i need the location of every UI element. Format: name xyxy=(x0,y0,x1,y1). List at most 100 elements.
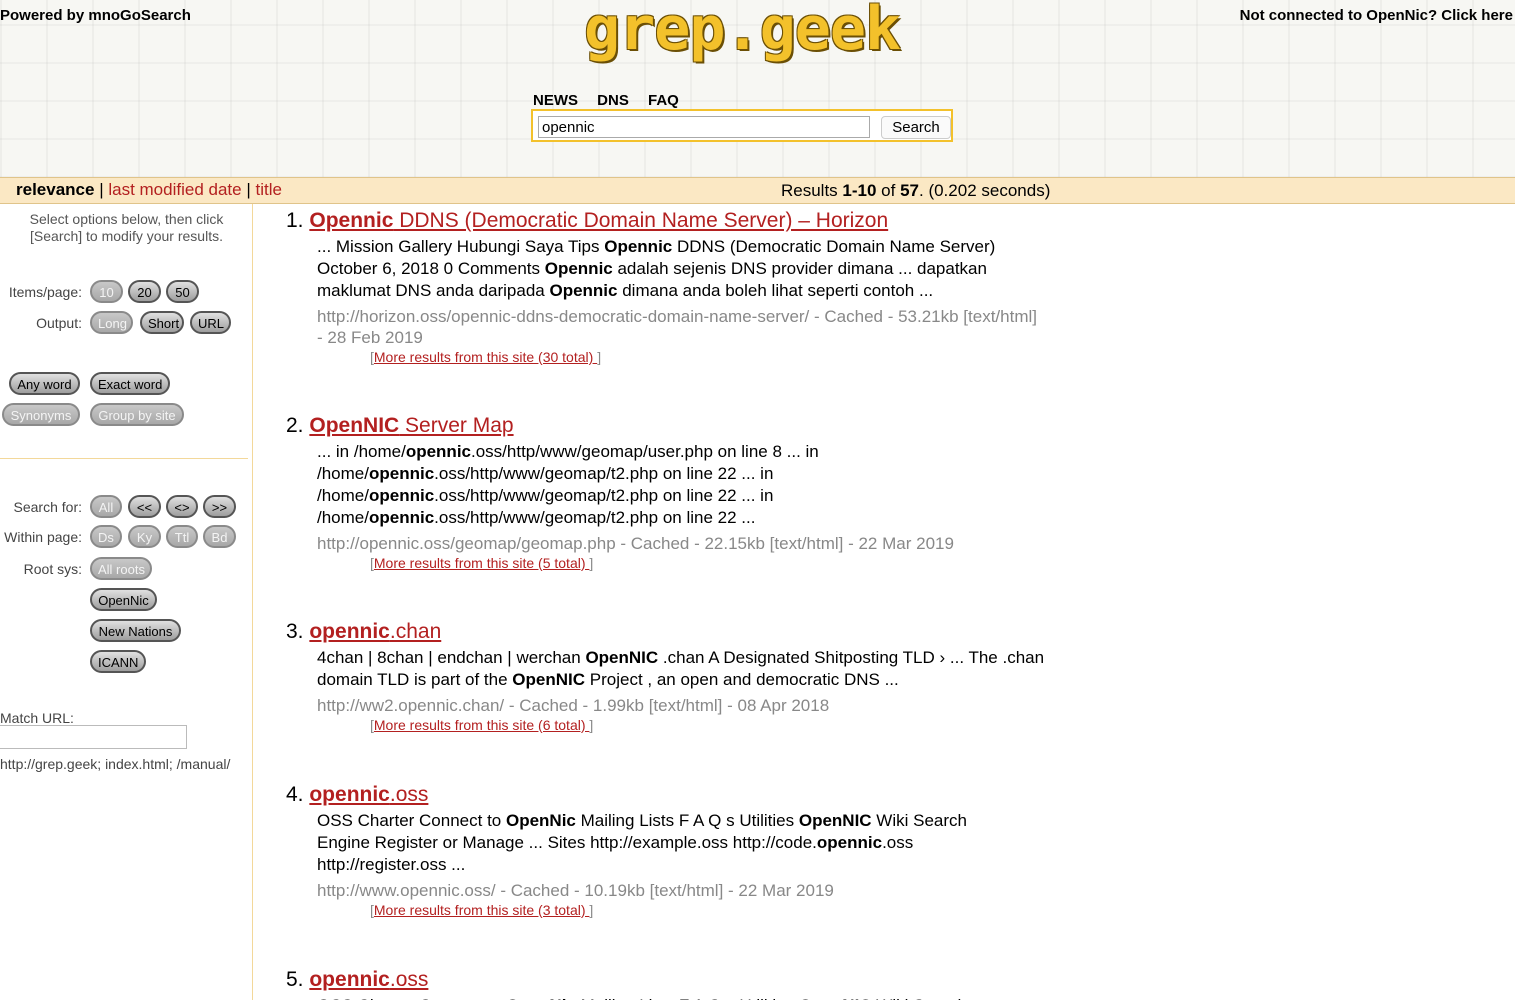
within-bd-button[interactable]: Bd xyxy=(203,525,236,548)
snippet-highlight: opennic xyxy=(405,442,471,461)
result-title-highlight: opennic xyxy=(309,620,390,643)
options-sidebar: Select options below, then click [Search… xyxy=(0,204,253,1000)
sort-options: relevance | last modified date | title xyxy=(16,180,282,200)
more-results-link[interactable]: More results from this site (3 total) xyxy=(374,902,590,918)
result-snippet: OSS Charter Connect to OpenNic Mailing L… xyxy=(317,811,967,874)
nav-news-link[interactable]: NEWS xyxy=(533,92,578,109)
exact-word-button[interactable]: Exact word xyxy=(90,372,170,395)
result-title-link[interactable]: Opennic DDNS (Democratic Domain Name Ser… xyxy=(309,209,888,232)
snippet-highlight: OpenNIC xyxy=(799,996,872,1000)
result-number: 3. xyxy=(286,620,304,643)
synonyms-button[interactable]: Synonyms xyxy=(2,403,80,426)
root-opennic-button[interactable]: OpenNic xyxy=(90,588,157,611)
result-snippet: ... in /home/opennic.oss/http/www/geomap… xyxy=(317,442,819,527)
search-for-all-button[interactable]: All xyxy=(90,495,122,518)
result-title-text: .oss xyxy=(389,783,429,806)
page-header: Powered by mnoGoSearch grep.geek Not con… xyxy=(0,0,1515,178)
snippet-highlight: OpenNic xyxy=(505,811,576,830)
result-title-highlight: opennic xyxy=(309,968,390,991)
snippet-highlight: OpenNic xyxy=(506,996,576,1000)
results-total: 57 xyxy=(900,181,919,200)
output-long-button[interactable]: Long xyxy=(90,311,133,334)
result-title-link[interactable]: OpenNIC Server Map xyxy=(309,414,513,437)
snippet-highlight: opennic xyxy=(368,464,435,483)
items-page-20-button[interactable]: 20 xyxy=(128,280,161,303)
items-page-10-button[interactable]: 10 xyxy=(90,280,123,303)
result-url: http://ww2.opennic.chan/ - Cached - 1.99… xyxy=(317,696,830,715)
result-url: http://www.opennic.oss/ - Cached - 10.19… xyxy=(317,881,834,900)
sort-last-modified-link[interactable]: last modified date xyxy=(108,180,241,199)
snippet-highlight: opennic xyxy=(816,833,883,852)
root-sys-label: Root sys: xyxy=(23,561,82,577)
more-results-link[interactable]: More results from this site (6 total) xyxy=(374,717,590,733)
result-title-link[interactable]: opennic.oss xyxy=(309,783,428,806)
result-url: http://opennic.oss/geomap/geomap.php - C… xyxy=(317,534,954,553)
snippet-highlight: opennic xyxy=(368,486,435,505)
output-short-button[interactable]: Short xyxy=(140,311,184,334)
search-for-begin-button[interactable]: << xyxy=(128,495,161,518)
result-title-text: .chan xyxy=(389,620,442,643)
sidebar-hint-line: Select options below, then click xyxy=(29,211,224,227)
output-label: Output: xyxy=(36,315,82,331)
url-examples: http://grep.geek; index.html; /manual/ xyxy=(0,756,231,772)
result-title-highlight: Opennic xyxy=(309,209,394,232)
more-results-link[interactable]: More results from this site (5 total) xyxy=(374,555,590,571)
any-word-button[interactable]: Any word xyxy=(9,372,80,395)
match-url-label: Match URL: xyxy=(0,710,74,726)
result-title-link[interactable]: opennic.oss xyxy=(309,968,428,991)
within-ds-button[interactable]: Ds xyxy=(90,525,122,548)
search-button[interactable]: Search xyxy=(881,116,951,139)
search-for-label: Search for: xyxy=(13,499,82,515)
results-list: 1. Opennic DDNS (Democratic Domain Name … xyxy=(286,204,1486,1000)
root-new-nations-button[interactable]: New Nations xyxy=(90,619,181,642)
result-title-text: Server Map xyxy=(399,414,514,437)
result-number: 5. xyxy=(286,968,304,991)
result-title-text: DDNS (Democratic Domain Name Server) – H… xyxy=(393,209,889,232)
search-input[interactable] xyxy=(538,116,870,138)
snippet-highlight: opennic xyxy=(368,508,435,527)
result-url: http://horizon.oss/opennic-ddns-democrat… xyxy=(317,307,1037,347)
sort-separator: | xyxy=(99,180,104,199)
result-snippet: OSS Charter Connect to OpenNic Mailing L… xyxy=(317,995,967,1000)
result-title-text: .oss xyxy=(389,968,429,991)
results-bar: relevance | last modified date | title R… xyxy=(0,177,1515,204)
result-title-highlight: opennic xyxy=(309,783,390,806)
search-for-end-button[interactable]: >> xyxy=(203,495,236,518)
items-page-label: Items/page: xyxy=(8,284,82,300)
search-form: Search xyxy=(531,109,953,142)
result-number: 4. xyxy=(286,783,304,806)
results-range: 1-10 xyxy=(842,181,877,200)
root-all-button[interactable]: All roots xyxy=(90,557,152,580)
not-connected-link[interactable]: Not connected to OpenNic? Click here xyxy=(1240,7,1513,24)
snippet-highlight: Opennic xyxy=(604,237,673,256)
results-count: Results 1-10 of 57. (0.202 seconds) xyxy=(781,181,1050,201)
result-item: 1. Opennic DDNS (Democratic Domain Name … xyxy=(286,208,1047,366)
root-icann-button[interactable]: ICANN xyxy=(90,650,146,673)
sidebar-divider xyxy=(0,458,248,459)
result-snippet: ... Mission Gallery Hubungi Saya Tips Op… xyxy=(317,237,996,300)
top-nav: NEWS DNS FAQ xyxy=(533,92,694,109)
match-url-input[interactable] xyxy=(0,725,187,749)
search-for-substring-button[interactable]: <> xyxy=(166,495,198,518)
nav-dns-link[interactable]: DNS xyxy=(597,92,629,109)
within-ky-button[interactable]: Ky xyxy=(128,525,161,548)
snippet-highlight: OpenNIC xyxy=(512,670,586,689)
group-by-site-button[interactable]: Group by site xyxy=(90,403,184,426)
result-number: 1. xyxy=(286,209,304,232)
results-of: of xyxy=(876,181,901,200)
nav-faq-link[interactable]: FAQ xyxy=(648,92,679,109)
results-time: . (0.202 seconds) xyxy=(919,181,1051,200)
sort-title-link[interactable]: title xyxy=(255,180,281,199)
site-logo[interactable]: grep.geek xyxy=(584,0,901,64)
result-item: 5. opennic.oss OSS Charter Connect to Op… xyxy=(286,967,967,1000)
more-results-link[interactable]: More results from this site (30 total) xyxy=(374,349,597,365)
result-title-link[interactable]: opennic.chan xyxy=(309,620,441,643)
powered-by-text: Powered by mnoGoSearch xyxy=(0,7,191,24)
sort-relevance: relevance xyxy=(16,180,95,199)
output-url-button[interactable]: URL xyxy=(190,311,231,334)
snippet-highlight: OpenNIC xyxy=(798,811,872,830)
within-ttl-button[interactable]: Ttl xyxy=(166,525,198,548)
within-page-label: Within page: xyxy=(4,529,82,545)
items-page-50-button[interactable]: 50 xyxy=(166,280,199,303)
snippet-highlight: OpenNIC xyxy=(585,648,659,667)
